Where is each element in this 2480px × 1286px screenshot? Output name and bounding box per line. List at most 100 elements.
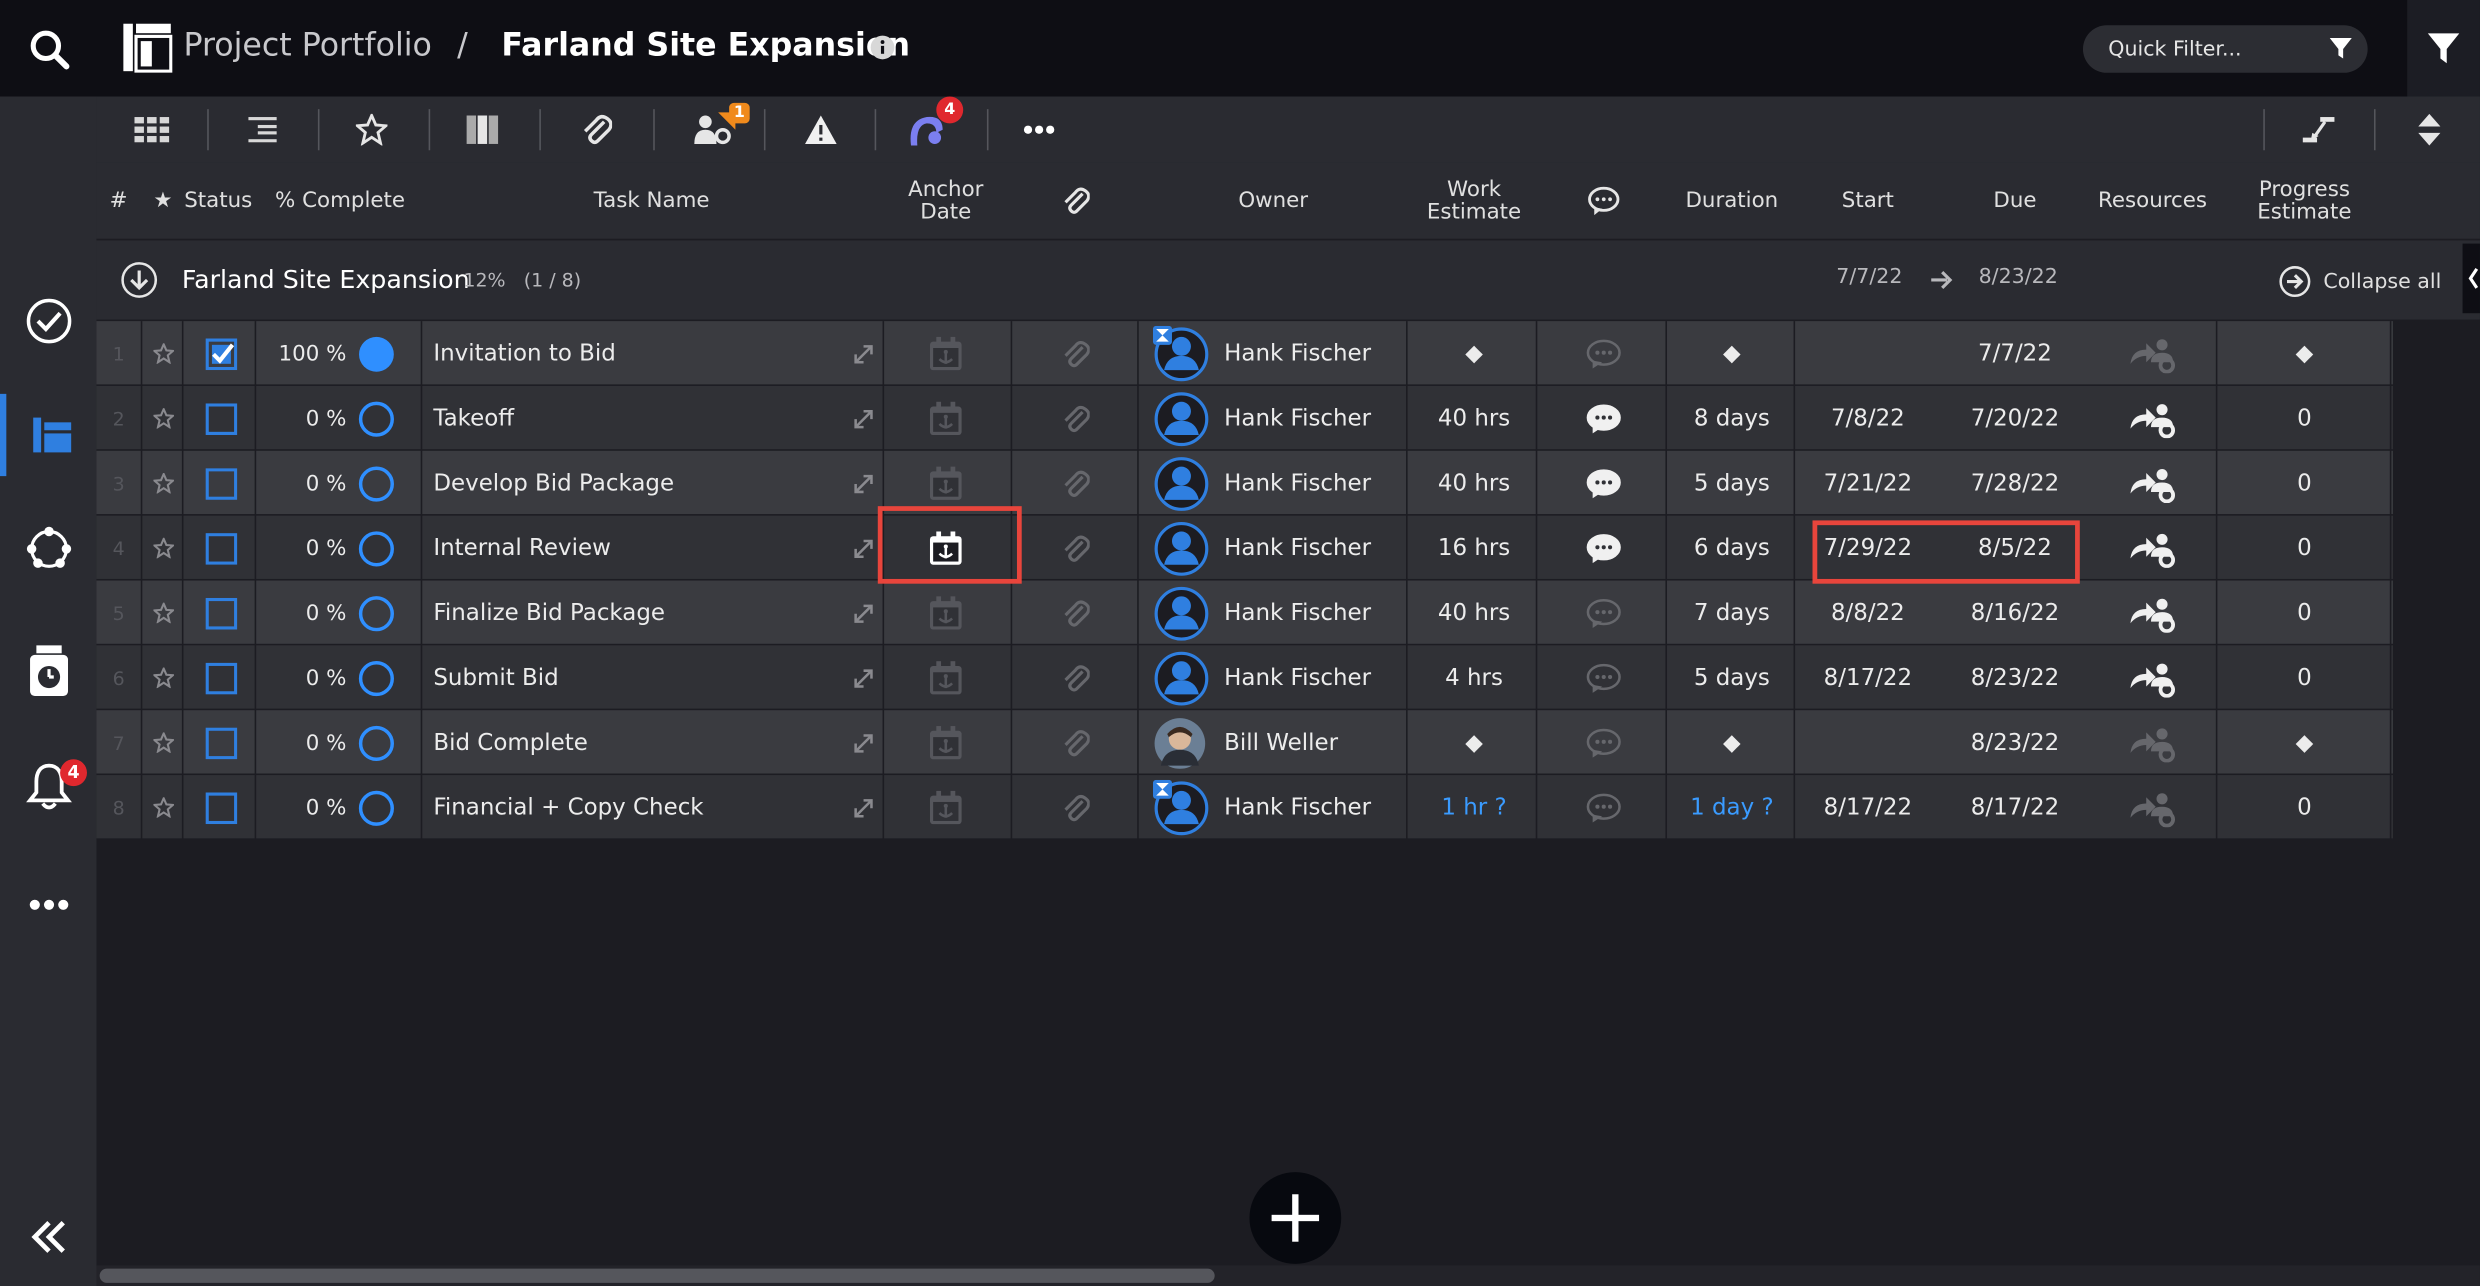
progress-estimate-value[interactable]: ◆ [2216, 321, 2393, 386]
col-progress-estimate[interactable]: Progress Estimate [2216, 163, 2393, 239]
open-task-button[interactable] [846, 516, 881, 581]
progress-indicator[interactable] [353, 581, 400, 646]
start-date-value[interactable]: 8/17/22 [1795, 775, 1941, 840]
side-panel-toggle[interactable] [2462, 243, 2480, 314]
resources-button[interactable] [2089, 710, 2216, 775]
due-date-value[interactable]: 8/16/22 [1941, 581, 2090, 646]
row-star-button[interactable] [144, 645, 182, 710]
open-task-button[interactable] [846, 645, 881, 710]
col-resources[interactable]: Resources [2089, 163, 2216, 239]
comments-button[interactable] [1539, 710, 1669, 775]
attachment-button[interactable] [1014, 775, 1137, 840]
progress-indicator[interactable] [353, 386, 400, 451]
rail-network-button[interactable] [0, 508, 96, 590]
collapse-group-icon[interactable] [120, 261, 158, 299]
work-estimate-value[interactable]: 40 hrs [1409, 451, 1539, 516]
progress-estimate-value[interactable]: ◆ [2216, 710, 2393, 775]
duration-value[interactable]: ◆ [1669, 321, 1796, 386]
table-row[interactable]: 5 0 % Finalize Bid Package Hank Fischer … [96, 580, 2393, 646]
task-name[interactable]: Submit Bid [433, 645, 828, 710]
work-estimate-value[interactable]: 4 hrs [1409, 645, 1539, 710]
owner-avatar[interactable] [1153, 581, 1216, 646]
status-checkbox[interactable] [188, 386, 254, 451]
resources-button[interactable] [2089, 645, 2216, 710]
resources-button[interactable] [2089, 386, 2216, 451]
col-owner[interactable]: Owner [1140, 163, 1406, 239]
owner-avatar[interactable] [1152, 321, 1216, 386]
work-estimate-value[interactable]: 1 hr ? [1409, 775, 1539, 840]
work-estimate-value[interactable]: 16 hrs [1409, 516, 1539, 581]
status-checkbox[interactable] [188, 516, 254, 581]
progress-indicator[interactable] [353, 321, 400, 386]
attachment-button[interactable] [1014, 516, 1137, 581]
owner-name[interactable]: Hank Fischer [1224, 516, 1406, 581]
comments-button[interactable] [1539, 321, 1669, 386]
percent-complete-value[interactable]: 0 % [267, 581, 347, 646]
progress-estimate-value[interactable]: 0 [2216, 581, 2393, 646]
attachment-button[interactable] [1014, 451, 1137, 516]
duration-value[interactable]: 5 days [1669, 645, 1796, 710]
rail-projects-button[interactable] [0, 393, 96, 477]
status-checkbox[interactable] [188, 645, 254, 710]
start-date-value[interactable] [1795, 710, 1941, 775]
col-percent-complete[interactable]: % Complete [261, 163, 419, 239]
percent-complete-value[interactable]: 0 % [267, 710, 347, 775]
col-anchor-date[interactable]: Anchor Date [883, 163, 1010, 239]
open-task-button[interactable] [846, 321, 881, 386]
columns-button[interactable] [451, 96, 514, 162]
task-name[interactable]: Takeoff [433, 386, 828, 451]
progress-estimate-value[interactable]: 0 [2216, 386, 2393, 451]
percent-complete-value[interactable]: 0 % [267, 775, 347, 840]
duration-value[interactable]: 6 days [1669, 516, 1796, 581]
comments-button[interactable] [1539, 516, 1669, 581]
table-row[interactable]: 6 0 % Submit Bid Hank Fischer 4 hrs 5 da… [96, 645, 2393, 711]
filter-panel-button[interactable] [2407, 0, 2480, 97]
owner-name[interactable]: Hank Fischer [1224, 775, 1406, 840]
row-star-button[interactable] [144, 581, 182, 646]
rail-timesheet-button[interactable] [0, 630, 96, 712]
resources-button[interactable] [2089, 451, 2216, 516]
owner-name[interactable]: Hank Fischer [1224, 451, 1406, 516]
table-row[interactable]: 1 100 % Invitation to Bid Hank Fischer ◆… [96, 321, 2393, 386]
info-icon[interactable] [870, 35, 895, 60]
col-attachments[interactable] [1014, 163, 1137, 239]
progress-estimate-value[interactable]: 0 [2216, 775, 2393, 840]
open-task-button[interactable] [846, 451, 881, 516]
horizontal-scrollbar[interactable] [96, 1265, 2480, 1286]
duration-value[interactable]: 7 days [1669, 581, 1796, 646]
rail-more-button[interactable] [0, 864, 96, 946]
resources-button[interactable] [2089, 581, 2216, 646]
progress-indicator[interactable] [353, 775, 400, 840]
owner-avatar[interactable] [1153, 710, 1216, 775]
col-work-estimate[interactable]: Work Estimate [1409, 163, 1539, 239]
comments-button[interactable] [1539, 775, 1669, 840]
start-date-value[interactable] [1795, 321, 1941, 386]
row-star-button[interactable] [144, 321, 182, 386]
progress-estimate-value[interactable]: 0 [2216, 451, 2393, 516]
attachment-button[interactable] [1014, 710, 1137, 775]
col-comments[interactable] [1539, 163, 1669, 239]
owner-avatar[interactable] [1153, 451, 1216, 516]
attachment-button[interactable] [1014, 321, 1137, 386]
task-name[interactable]: Develop Bid Package [433, 451, 828, 516]
owner-avatar[interactable] [1153, 386, 1216, 451]
owner-name[interactable]: Hank Fischer [1224, 321, 1406, 386]
duration-value[interactable]: 1 day ? [1669, 775, 1796, 840]
quick-filter[interactable] [2082, 25, 2368, 73]
outline-view-button[interactable] [231, 96, 294, 162]
row-star-button[interactable] [144, 775, 182, 840]
owner-avatar[interactable] [1152, 775, 1216, 840]
owner-avatar[interactable] [1153, 516, 1216, 581]
task-name[interactable]: Invitation to Bid [433, 321, 828, 386]
open-task-button[interactable] [846, 775, 881, 840]
duration-value[interactable]: ◆ [1669, 710, 1796, 775]
attachment-button[interactable] [1014, 581, 1137, 646]
attachment-button[interactable] [1014, 645, 1137, 710]
resources-button[interactable] [2089, 516, 2216, 581]
start-date-value[interactable]: 7/21/22 [1795, 451, 1941, 516]
table-row[interactable]: 3 0 % Develop Bid Package Hank Fischer 4… [96, 450, 2393, 516]
task-name[interactable]: Financial + Copy Check [433, 775, 828, 840]
owner-avatar[interactable] [1153, 645, 1216, 710]
col-due[interactable]: Due [1941, 163, 2090, 239]
comments-button[interactable] [1539, 645, 1669, 710]
